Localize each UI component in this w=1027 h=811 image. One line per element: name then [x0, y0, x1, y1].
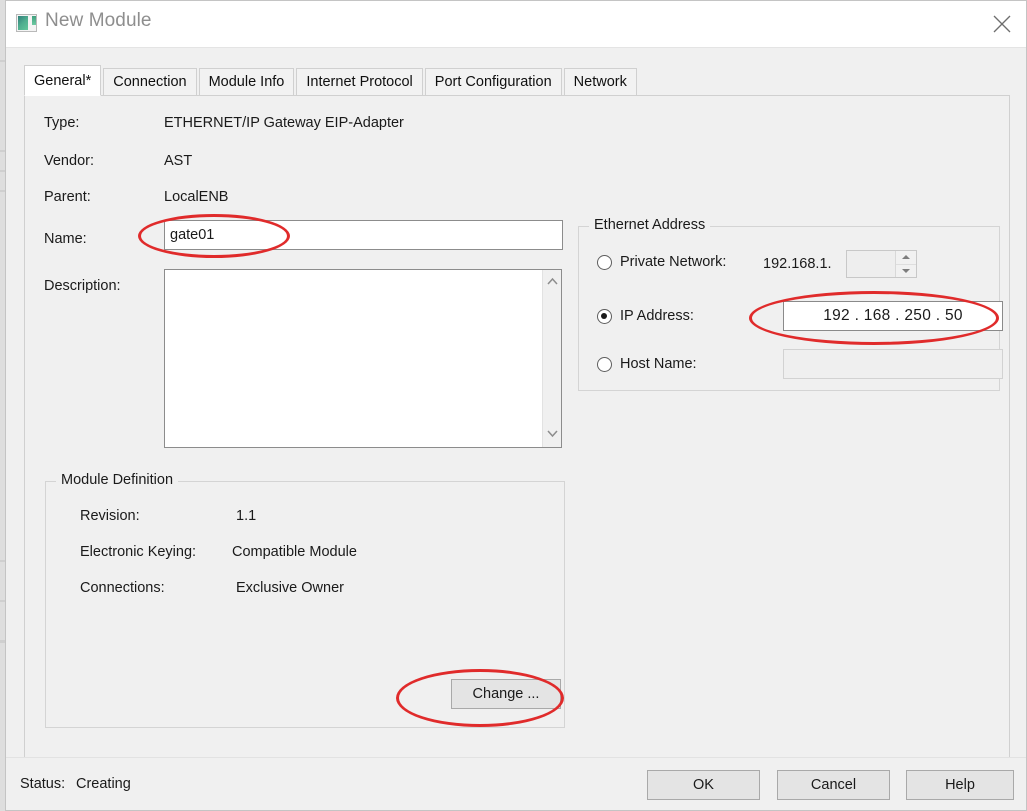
connections-value: Exclusive Owner: [236, 580, 344, 596]
private-network-radio-circle[interactable]: [597, 254, 612, 270]
chevron-up-icon[interactable]: [543, 274, 561, 291]
chevron-down-icon[interactable]: [543, 426, 561, 443]
ethernet-address-group: Ethernet Address Private Network: 192.16…: [578, 217, 1003, 391]
revision-label: Revision:: [80, 508, 140, 524]
private-network-stepper[interactable]: [846, 250, 917, 278]
host-name-radio-circle[interactable]: [597, 356, 612, 372]
description-input[interactable]: [165, 270, 543, 447]
change-button[interactable]: Change ...: [451, 679, 561, 709]
name-input[interactable]: [164, 220, 563, 250]
type-label: Type:: [44, 115, 80, 131]
title-bar: New Module: [6, 1, 1026, 48]
help-button[interactable]: Help: [906, 770, 1014, 800]
module-definition-title: Module Definition: [56, 472, 179, 488]
vendor-value: AST: [164, 153, 193, 169]
stepper-buttons: [896, 251, 916, 277]
ip-address-radio-circle[interactable]: [597, 308, 612, 324]
spinner-down-icon[interactable]: [896, 265, 916, 278]
close-icon[interactable]: [978, 1, 1026, 47]
description-field: [164, 269, 562, 448]
host-name-label: Host Name:: [620, 356, 697, 372]
tab-internet-protocol[interactable]: Internet Protocol: [296, 68, 423, 95]
tab-connection[interactable]: Connection: [103, 68, 197, 95]
cancel-button[interactable]: Cancel: [777, 770, 890, 800]
private-network-prefix: 192.168.1.: [763, 256, 832, 272]
new-module-dialog: New Module General* Connection Module In…: [5, 0, 1027, 811]
status-value: Creating: [76, 776, 131, 792]
parent-value: LocalENB: [164, 189, 229, 205]
type-value: ETHERNET/IP Gateway EIP-Adapter: [164, 115, 404, 131]
window-title: New Module: [45, 10, 152, 31]
radio-private-network[interactable]: Private Network:: [597, 254, 726, 270]
tab-port-configuration[interactable]: Port Configuration: [424, 68, 562, 95]
private-network-input[interactable]: [847, 251, 896, 277]
ip-address-label: IP Address:: [620, 308, 694, 324]
spinner-up-icon[interactable]: [896, 251, 916, 265]
tab-general[interactable]: General*: [24, 65, 102, 96]
revision-value: 1.1: [236, 508, 257, 524]
tab-strip: General* Connection Module Info Internet…: [24, 65, 639, 96]
name-label: Name:: [44, 231, 87, 247]
tab-network[interactable]: Network: [563, 68, 637, 95]
description-scrollbar[interactable]: [542, 270, 561, 447]
parent-label: Parent:: [44, 189, 91, 205]
connections-label: Connections:: [80, 580, 165, 596]
screen-root: New Module General* Connection Module In…: [0, 0, 1027, 811]
ethernet-address-title: Ethernet Address: [589, 217, 711, 233]
dialog-footer: Status: Creating OK Cancel Help: [6, 757, 1026, 810]
electronic-keying-label: Electronic Keying:: [80, 544, 197, 560]
ok-button[interactable]: OK: [647, 770, 760, 800]
module-definition-group: Module Definition Revision: 1.1 Electron…: [45, 472, 565, 728]
tab-module-info[interactable]: Module Info: [198, 68, 295, 95]
vendor-label: Vendor:: [44, 153, 94, 169]
electronic-keying-value: Compatible Module: [232, 544, 357, 560]
radio-ip-address[interactable]: IP Address:: [597, 308, 694, 324]
ip-address-input[interactable]: 192 . 168 . 250 . 50: [783, 301, 1003, 331]
status-label: Status:: [20, 776, 66, 792]
host-name-input[interactable]: [783, 349, 1003, 379]
radio-host-name[interactable]: Host Name:: [597, 356, 697, 372]
module-icon: [16, 14, 37, 32]
general-tab-panel: Type: ETHERNET/IP Gateway EIP-Adapter Ve…: [24, 95, 1010, 759]
private-network-label: Private Network:: [620, 254, 727, 270]
description-label: Description:: [44, 278, 121, 294]
